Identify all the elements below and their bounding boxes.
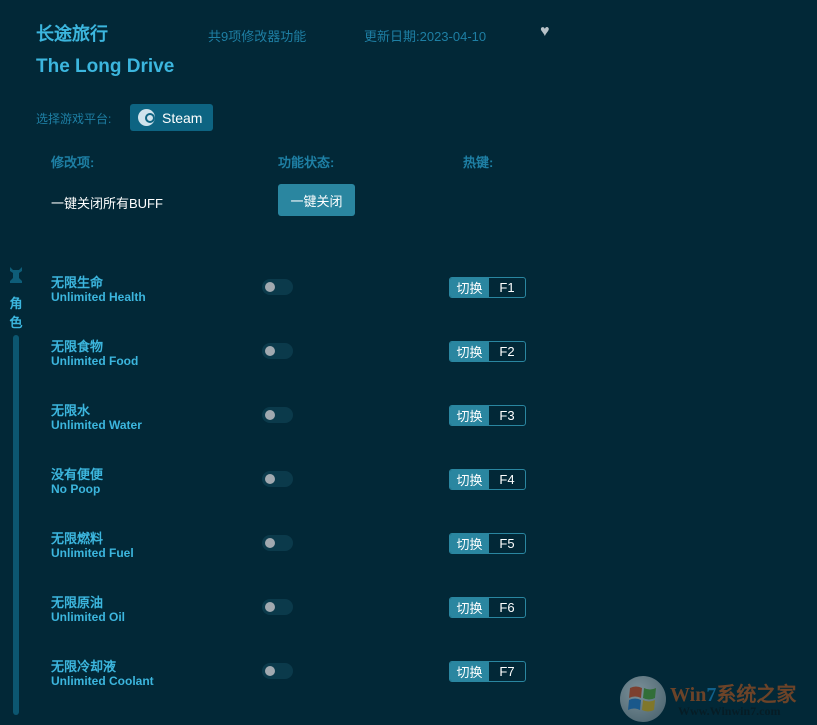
game-title-cn: 长途旅行 [36,24,108,44]
character-icon [10,267,22,283]
cheat-name-cn: 无限生命 [51,275,104,290]
watermark-brand: Win7系统之家 [670,678,796,707]
hotkey-key: F2 [499,344,515,359]
watermark-url: Www.Winwin7.com [678,704,781,718]
cheat-toggle[interactable] [262,535,293,551]
cheat-name-cn: 无限原油 [51,595,104,610]
hotkey-button[interactable]: 切换 F6 [449,597,526,618]
hotkey-key: F1 [499,280,515,295]
cheat-name-en: Unlimited Coolant [51,674,154,688]
cheat-toggle[interactable] [262,599,293,615]
cheat-name-en: Unlimited Water [51,418,142,432]
cheat-name-cn: 无限水 [51,403,91,418]
column-header-item: 修改项: [51,155,95,170]
heart-icon[interactable]: ♥ [540,24,556,40]
hotkey-action: 切换 [450,534,489,553]
hotkey-key: F3 [499,408,515,423]
hotkey-key: F4 [499,472,515,487]
column-header-hotkey: 热键: [463,155,494,170]
cheat-name-en: Unlimited Food [51,354,139,368]
cheat-name-cn: 无限燃料 [51,531,104,546]
cheat-name-en: No Poop [51,482,101,496]
hotkey-key: F7 [499,664,515,679]
cheat-toggle[interactable] [262,279,293,295]
toggle-knob [265,282,275,292]
hotkey-action: 切换 [450,278,489,297]
toggle-knob [265,602,275,612]
hotkey-button[interactable]: 切换 F3 [449,405,526,426]
hotkey-key: F6 [499,600,515,615]
hotkey-action: 切换 [450,470,489,489]
brand-win: Win [670,684,707,706]
scrollbar[interactable] [13,335,19,715]
hotkey-button[interactable]: 切换 F4 [449,469,526,490]
column-header-status: 功能状态: [278,155,335,170]
hotkey-action: 切换 [450,342,489,361]
brand-cn: 系统之家 [716,684,797,706]
hotkey-key: F5 [499,536,515,551]
cheat-name-en: Unlimited Health [51,290,146,304]
cheat-name-cn: 没有便便 [51,467,104,482]
close-all-buff-label: 一键关闭所有BUFF [51,196,163,211]
close-all-button[interactable]: 一键关闭 [278,184,355,216]
cheat-toggle[interactable] [262,407,293,423]
steam-icon [138,109,155,126]
cheat-name-cn: 无限冷却液 [51,659,117,674]
toggle-knob [265,346,275,356]
cheat-name-en: Unlimited Fuel [51,546,134,560]
cheat-toggle[interactable] [262,343,293,359]
cheat-name-cn: 无限食物 [51,339,104,354]
platform-label: 选择游戏平台: [36,112,112,126]
toggle-knob [265,474,275,484]
windows-logo-icon [620,676,666,722]
toggle-knob [265,410,275,420]
cheat-toggle[interactable] [262,663,293,679]
watermark: Win7系统之家 Www.Winwin7.com [620,674,815,724]
toggle-knob [265,538,275,548]
hotkey-button[interactable]: 切换 F7 [449,661,526,682]
hotkey-action: 切换 [450,662,489,681]
steam-platform-button[interactable]: Steam [130,104,213,131]
hotkey-button[interactable]: 切换 F5 [449,533,526,554]
hotkey-button[interactable]: 切换 F1 [449,277,526,298]
steam-label: Steam [162,109,203,126]
brand-7: 7 [706,684,717,706]
cheat-toggle[interactable] [262,471,293,487]
hotkey-button[interactable]: 切换 F2 [449,341,526,362]
hotkey-action: 切换 [450,406,489,425]
category-label[interactable]: 角色 [9,294,23,332]
feature-count: 共9项修改器功能 [208,29,307,44]
update-date: 更新日期:2023-04-10 [364,29,487,44]
cheat-name-en: Unlimited Oil [51,610,126,624]
toggle-knob [265,666,275,676]
game-title-en: The Long Drive [36,56,175,77]
hotkey-action: 切换 [450,598,489,617]
